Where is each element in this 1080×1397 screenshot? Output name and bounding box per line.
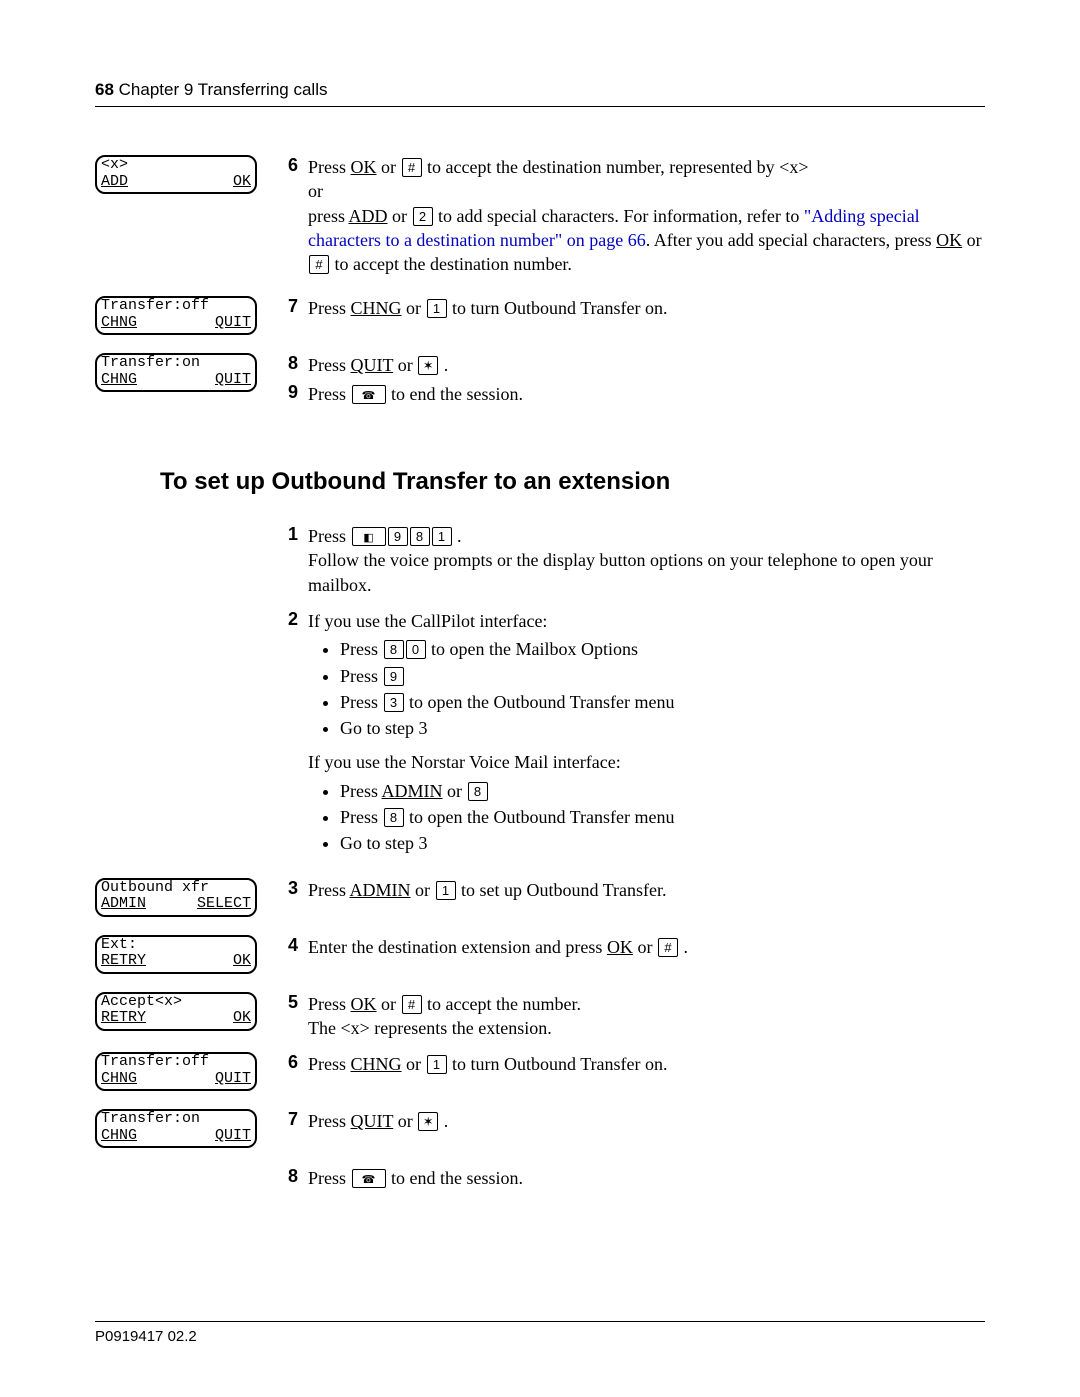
phone-display: Transfer:off CHNGQUIT [95,296,257,335]
nine-key-icon: 9 [384,667,404,686]
list-item: Press 9 [340,664,985,688]
hash-key-icon: # [402,995,422,1014]
display-column: Accept<x> RETRYOK [95,992,270,1037]
step-text: If you use the CallPilot interface: Pres… [308,609,985,866]
step-number: 1 [270,524,308,545]
page-number: 68 [95,80,114,99]
step-text: Press OK or # to accept the destination … [308,155,985,276]
release-key-icon [352,1169,386,1188]
step-text: Press ADMIN or 1 to set up Outbound Tran… [308,878,985,902]
step-row: Outbound xfr ADMINSELECT 3 Press ADMIN o… [95,878,985,923]
chapter-title: Chapter 9 Transferring calls [119,80,328,99]
eight-key-icon: 8 [384,640,404,659]
hash-key-icon: # [402,158,422,177]
step-number: 3 [270,878,308,899]
step-number: 8 [270,1166,308,1187]
step-text: Press to end the session. [308,382,985,406]
step-row: Transfer:off CHNGQUIT 6 Press CHNG or 1 … [95,1052,985,1097]
one-key-icon: 1 [432,527,452,546]
display-column: Outbound xfr ADMINSELECT [95,878,270,923]
eight-key-icon: 8 [384,808,404,827]
feature-key-icon [352,527,386,546]
list-item: Go to step 3 [340,831,985,855]
step-row: Accept<x> RETRYOK 5 Press OK or # to acc… [95,992,985,1041]
two-key-icon: 2 [413,207,433,226]
one-key-icon: 1 [427,299,447,318]
step-text: Press to end the session. [308,1166,985,1190]
one-key-icon: 1 [436,881,456,900]
list-item: Go to step 3 [340,716,985,740]
release-key-icon [352,385,386,404]
phone-display: <x> ADDOK [95,155,257,194]
display-column: Transfer:on CHNGQUIT [95,1109,270,1154]
step-row: Transfer:on CHNGQUIT 7 Press QUIT or ✶ . [95,1109,985,1154]
eight-key-icon: 8 [410,527,430,546]
bullet-list: Press 80 to open the Mailbox Options Pre… [308,637,985,740]
star-key-icon: ✶ [418,1112,438,1131]
step-number: 8 [270,353,308,374]
list-item: Press ADMIN or 8 [340,779,985,803]
display-column: Transfer:off CHNGQUIT [95,296,270,341]
document-id: P0919417 02.2 [95,1328,197,1345]
step-row: Transfer:off CHNGQUIT 7 Press CHNG or 1 … [95,296,985,341]
hash-key-icon: # [658,938,678,957]
step-number: 6 [270,1052,308,1073]
step-number: 7 [270,1109,308,1130]
phone-display: Transfer:on CHNGQUIT [95,1109,257,1148]
step-row: Ext: RETRYOK 4 Enter the destination ext… [95,935,985,980]
list-item: Press 3 to open the Outbound Transfer me… [340,690,985,714]
display-column: Ext: RETRYOK [95,935,270,980]
star-key-icon: ✶ [418,356,438,375]
page-footer: P0919417 02.2 [95,1321,985,1345]
step-text: Press CHNG or 1 to turn Outbound Transfe… [308,1052,985,1076]
step-text: Press OK or # to accept the number. The … [308,992,985,1041]
eight-key-icon: 8 [468,782,488,801]
step-number: 4 [270,935,308,956]
phone-display: Outbound xfr ADMINSELECT [95,878,257,917]
phone-display: Accept<x> RETRYOK [95,992,257,1031]
three-key-icon: 3 [384,693,404,712]
step-number: 5 [270,992,308,1013]
step-text: Press QUIT or ✶ . [308,1109,985,1133]
step-number: 6 [270,155,308,176]
bullet-list: Press ADMIN or 8 Press 8 to open the Out… [308,779,985,856]
step-text: Press QUIT or ✶ . [308,353,985,377]
hash-key-icon: # [309,255,329,274]
step-row: 2 If you use the CallPilot interface: Pr… [95,609,985,866]
step-number: 9 [270,382,308,403]
page-header: 68 Chapter 9 Transferring calls [95,80,985,107]
phone-display: Ext: RETRYOK [95,935,257,974]
document-page: 68 Chapter 9 Transferring calls <x> ADDO… [0,0,1080,1397]
step-number: 2 [270,609,308,630]
display-column: Transfer:off CHNGQUIT [95,1052,270,1097]
nine-key-icon: 9 [388,527,408,546]
step-row: 8 Press to end the session. [95,1166,985,1190]
list-item: Press 8 to open the Outbound Transfer me… [340,805,985,829]
list-item: Press 80 to open the Mailbox Options [340,637,985,661]
section-heading: To set up Outbound Transfer to an extens… [160,468,985,496]
step-row: 1 Press 981 . Follow the voice prompts o… [95,524,985,597]
phone-display: Transfer:on CHNGQUIT [95,353,257,392]
display-column: Transfer:on CHNGQUIT [95,353,270,398]
step-row: Transfer:on CHNGQUIT 8 Press QUIT or ✶ .… [95,353,985,418]
step-text: Enter the destination extension and pres… [308,935,985,959]
step-text: Press CHNG or 1 to turn Outbound Transfe… [308,296,985,320]
step-row: <x> ADDOK 6 Press OK or # to accept the … [95,155,985,276]
step-number: 7 [270,296,308,317]
step-text: Press 981 . Follow the voice prompts or … [308,524,985,597]
one-key-icon: 1 [427,1055,447,1074]
display-column: <x> ADDOK [95,155,270,200]
phone-display: Transfer:off CHNGQUIT [95,1052,257,1091]
zero-key-icon: 0 [406,640,426,659]
